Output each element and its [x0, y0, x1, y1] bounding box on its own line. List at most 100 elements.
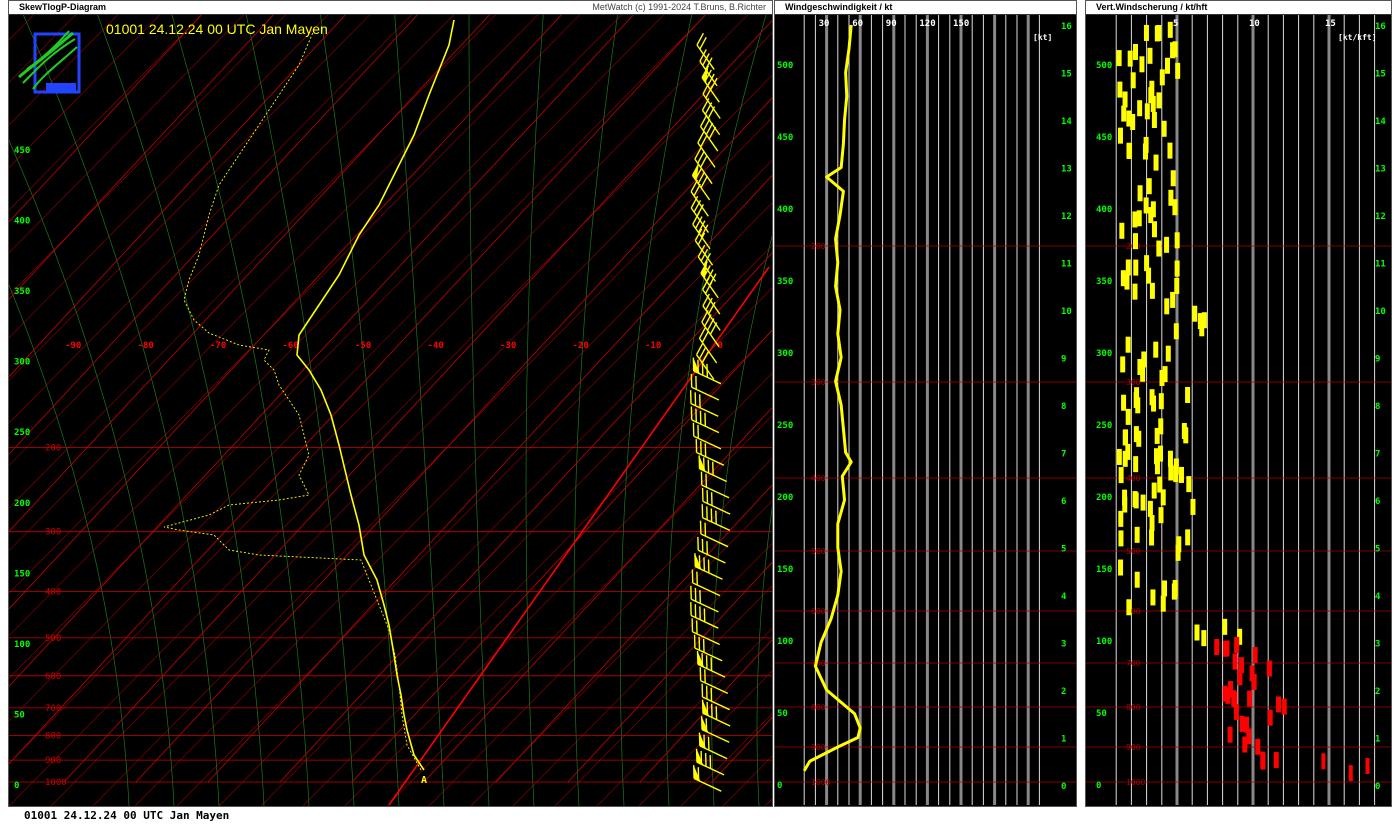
- wind-barb: [700, 261, 719, 299]
- isotherm-label: -60: [283, 341, 299, 351]
- km-label: 9: [1061, 355, 1066, 365]
- shear-mark: [1150, 589, 1156, 606]
- km-label: 1: [1375, 735, 1380, 745]
- shear-mark-strong: [1255, 738, 1261, 755]
- shear-mark-strong: [1276, 696, 1282, 713]
- shear-mark: [1156, 92, 1162, 109]
- height-label: 400: [1096, 205, 1112, 215]
- shear-mark: [1146, 178, 1152, 195]
- dry-adiabat-line: [0, 0, 595, 603]
- shear-mark-strong: [1251, 673, 1257, 690]
- shear-mark: [1158, 507, 1164, 524]
- height-label: 150: [14, 569, 30, 579]
- shear-mark: [1158, 393, 1164, 410]
- isotherm-line: [0, 14, 706, 774]
- skewt-panel: SkewTlogP-Diagram MetWatch (c) 1991-2024…: [0, 0, 1400, 807]
- dry-adiabat-line: [680, 76, 1400, 807]
- dry-adiabat-line: [512, 0, 1309, 807]
- shear-mark-strong: [1365, 758, 1370, 774]
- km-label: 4: [1375, 592, 1381, 602]
- height-label: 0: [777, 781, 782, 791]
- station-header: 01001 24.12.24 00 UTC Jan Mayen: [106, 21, 328, 37]
- skewt-body: 1000 900 800 700 600 500 400 300 200 -90 -80 -70 -60…: [0, 0, 1400, 807]
- km-label: 14: [1061, 117, 1072, 127]
- shear-tick-label: 15: [1325, 19, 1336, 29]
- height-label: 50: [1096, 709, 1107, 719]
- moist-adiabat-line: [711, 4, 845, 807]
- height-label: 200: [1096, 493, 1112, 503]
- km-label: 14: [1375, 117, 1386, 127]
- moist-adiabat-line: [393, 4, 445, 807]
- dry-adiabat-line: [0, 0, 721, 731]
- shear-mark: [1116, 50, 1122, 67]
- pressure-level-label: 900: [1126, 743, 1141, 752]
- shear-mark: [1168, 464, 1174, 481]
- km-label: 16: [1375, 22, 1386, 32]
- km-label: 5: [1061, 545, 1066, 555]
- shear-mark: [1153, 154, 1159, 171]
- shear-mark: [1186, 476, 1192, 493]
- shear-mark: [1201, 630, 1207, 647]
- shear-mark-strong: [1243, 716, 1249, 733]
- km-label: 5: [1375, 545, 1380, 555]
- height-label: 400: [777, 205, 793, 215]
- shear-mark-strong: [1252, 647, 1258, 664]
- shear-mark: [1159, 69, 1165, 86]
- dry-adiabat-line: [0, 0, 133, 135]
- height-label: 500: [777, 61, 793, 71]
- height-label: 400: [14, 217, 30, 227]
- dry-adiabat-line: [0, 0, 91, 92]
- isotherm-label: -70: [210, 341, 226, 351]
- height-label: 200: [14, 499, 30, 509]
- height-label: 350: [14, 287, 30, 297]
- km-label: 11: [1061, 260, 1072, 270]
- pressure-level-label: 500: [1126, 547, 1141, 556]
- dry-adiabat-line: [0, 0, 301, 305]
- windspeed-title-bar: Windgeschwindigkeit / kt: [775, 1, 1076, 15]
- shear-mark: [1164, 298, 1170, 315]
- dry-adiabat-line: [92, 0, 889, 807]
- shear-mark: [1174, 260, 1180, 277]
- dewpoint-curve: [163, 29, 422, 771]
- pressure-level-label: 1000: [1126, 778, 1145, 787]
- shear-mark: [1118, 530, 1124, 547]
- shear-mark-strong: [1239, 715, 1245, 732]
- height-label: 50: [777, 709, 788, 719]
- pressure-level-label: 700: [45, 704, 61, 714]
- km-label: 11: [1375, 260, 1386, 270]
- shear-mark: [1137, 359, 1143, 376]
- shear-mark-strong: [1281, 698, 1287, 715]
- dry-adiabat-line: [0, 0, 175, 178]
- height-label: 500: [1096, 61, 1112, 71]
- pressure-level-label: 200: [45, 443, 61, 453]
- pressure-level-label: 300: [45, 528, 61, 538]
- shear-title: Vert.Windscherung / kt/hft: [1096, 2, 1208, 12]
- metwatch-logo: [13, 25, 83, 95]
- height-label: 250: [1096, 421, 1112, 431]
- shear-mark: [1156, 240, 1162, 257]
- shear-mark: [1153, 341, 1159, 358]
- shear-mark: [1164, 236, 1170, 253]
- wind-barb: [702, 277, 721, 315]
- km-label: 13: [1061, 165, 1072, 175]
- km-label: 15: [1061, 70, 1072, 80]
- shear-mark: [1159, 369, 1165, 386]
- km-label: 12: [1375, 212, 1386, 222]
- shear-mark: [1149, 80, 1155, 97]
- shear-mark: [1156, 25, 1162, 42]
- shear-mark: [1149, 282, 1155, 299]
- shear-mark: [1120, 356, 1126, 373]
- pressure-level-label: 200: [811, 242, 826, 251]
- moist-adiabat-line: [525, 4, 545, 807]
- km-label: 6: [1061, 497, 1066, 507]
- shear-mark: [1147, 47, 1153, 64]
- height-label: 200: [777, 493, 793, 503]
- shear-mark: [1124, 273, 1130, 290]
- shear-mark: [1134, 526, 1140, 543]
- height-label: 350: [1096, 277, 1112, 287]
- isotherm-label: -50: [355, 341, 371, 351]
- shear-mark: [1161, 120, 1167, 137]
- dry-adiabat-line: [176, 0, 973, 807]
- shear-mark: [1149, 529, 1155, 546]
- pressure-level-label: 600: [811, 607, 826, 616]
